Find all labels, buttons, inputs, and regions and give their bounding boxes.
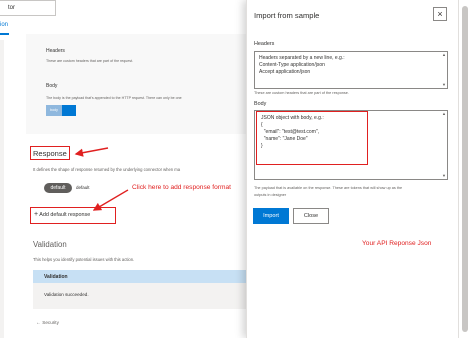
response-arrow	[74, 147, 109, 157]
add-response-arrow	[92, 189, 129, 211]
import-button[interactable]: Import	[253, 208, 289, 224]
page-scrollbar-thumb[interactable]	[462, 6, 468, 332]
scroll-down-icon[interactable]: ▼	[442, 174, 446, 178]
headers-field-label: Headers	[254, 41, 275, 47]
api-response-annotation: Your API Reponse Json	[362, 240, 432, 247]
body-annotation-box	[256, 111, 368, 165]
headers-textarea[interactable]: Headers separated by a new line, e.g.: C…	[254, 51, 448, 89]
body-hint-line-2: outputs in designer	[254, 193, 287, 197]
body-field-label: Body	[254, 101, 267, 107]
scroll-down-icon[interactable]: ▼	[442, 83, 446, 87]
panel-title: Import from sample	[254, 11, 320, 20]
scroll-up-icon[interactable]: ▲	[442, 53, 446, 57]
headers-line-2: Content-Type application/json	[259, 62, 325, 68]
headers-line-1: Headers separated by a new line, e.g.:	[259, 55, 345, 61]
headers-hint: These are custom headers that are part o…	[254, 91, 349, 95]
scroll-up-icon[interactable]: ▲	[442, 112, 446, 116]
headers-line-3: Accept application/json	[259, 69, 311, 75]
body-hint-line-1: The payload that is available on the res…	[254, 186, 403, 190]
close-icon[interactable]: ×	[433, 7, 447, 21]
close-button[interactable]: Close	[293, 208, 329, 224]
